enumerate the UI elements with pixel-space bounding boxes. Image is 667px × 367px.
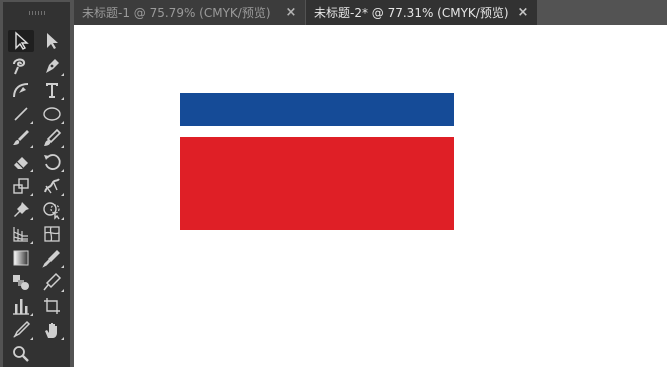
flyout-indicator	[61, 169, 64, 172]
artboard-canvas[interactable]	[74, 25, 667, 367]
blob-brush-tool-icon[interactable]	[39, 127, 65, 149]
flyout-indicator	[61, 145, 64, 148]
close-icon[interactable]: ×	[516, 5, 530, 20]
flyout-indicator	[30, 193, 33, 196]
flyout-indicator	[30, 217, 33, 220]
slice-tool-icon[interactable]	[8, 319, 34, 341]
blend-tool-icon[interactable]	[8, 271, 34, 293]
flyout-indicator	[61, 121, 64, 124]
flyout-indicator	[61, 265, 64, 268]
tab-label: 未标题-2* @ 77.31% (CMYK/预览)	[314, 6, 509, 20]
flyout-indicator	[30, 241, 33, 244]
type-tool-icon[interactable]	[39, 79, 65, 101]
flyout-indicator	[30, 313, 33, 316]
flyout-indicator	[61, 73, 64, 76]
column-graph-tool-icon[interactable]	[8, 295, 34, 317]
hand-tool-icon[interactable]	[39, 319, 65, 341]
panel-grip-handle[interactable]	[29, 11, 47, 15]
red-rectangle[interactable]	[180, 137, 454, 230]
direct-selection-tool-icon[interactable]	[39, 30, 65, 52]
flyout-indicator	[61, 337, 64, 340]
flyout-indicator	[61, 217, 64, 220]
ellipse-tool-icon[interactable]	[39, 103, 65, 125]
tab-label: 未标题-1 @ 75.79% (CMYK/预览)	[82, 6, 271, 20]
perspective-grid-tool-icon[interactable]	[8, 223, 34, 245]
tools-panel-body	[3, 2, 70, 367]
mesh-tool-icon[interactable]	[39, 223, 65, 245]
pin-tool-icon[interactable]	[8, 199, 34, 221]
symbol-sprayer-tool-icon[interactable]	[39, 271, 65, 293]
flyout-indicator	[30, 145, 33, 148]
selection-tool-icon[interactable]	[8, 30, 34, 52]
eyedropper-tool-icon[interactable]	[39, 247, 65, 269]
line-segment-tool-icon[interactable]	[8, 103, 34, 125]
tab-untitled-2[interactable]: 未标题-2* @ 77.31% (CMYK/预览) ×	[306, 0, 537, 25]
flyout-indicator	[30, 337, 33, 340]
scale-tool-icon[interactable]	[8, 175, 34, 197]
puppet-warp-tool-icon[interactable]	[39, 175, 65, 197]
close-icon[interactable]: ×	[284, 5, 298, 20]
zoom-tool-icon[interactable]	[8, 343, 34, 365]
flyout-indicator	[61, 97, 64, 100]
gradient-tool-icon[interactable]	[8, 247, 34, 269]
shape-builder-tool-icon[interactable]	[39, 199, 65, 221]
blue-stripe[interactable]	[180, 93, 454, 126]
pen-tool-icon[interactable]	[39, 55, 65, 77]
artboard-tool-icon[interactable]	[39, 295, 65, 317]
flyout-indicator	[30, 121, 33, 124]
flyout-indicator	[61, 193, 64, 196]
paintbrush-tool-icon[interactable]	[8, 127, 34, 149]
tab-untitled-1[interactable]: 未标题-1 @ 75.79% (CMYK/预览) ×	[74, 0, 305, 25]
rotate-tool-icon[interactable]	[39, 151, 65, 173]
eraser-tool-icon[interactable]	[8, 151, 34, 173]
tools-panel	[0, 0, 74, 367]
curvature-tool-icon[interactable]	[8, 79, 34, 101]
document-tab-bar: 未标题-1 @ 75.79% (CMYK/预览) × 未标题-2* @ 77.3…	[0, 0, 667, 25]
magic-wand-tool-icon[interactable]	[8, 55, 34, 77]
flyout-indicator	[30, 169, 33, 172]
flyout-indicator	[61, 289, 64, 292]
